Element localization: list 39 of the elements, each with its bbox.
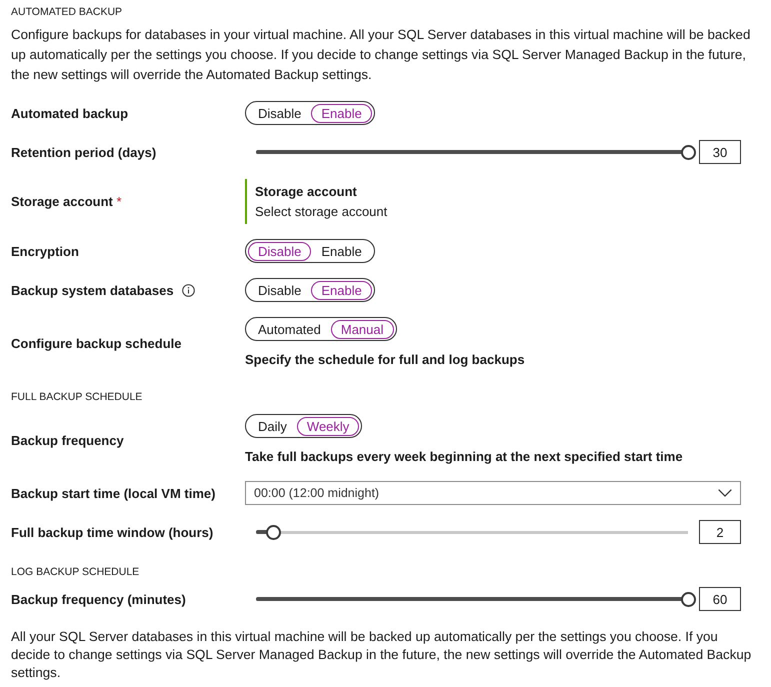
info-icon[interactable] bbox=[182, 284, 195, 296]
chevron-down-icon bbox=[718, 489, 732, 497]
toggle-option[interactable]: Enable bbox=[311, 104, 372, 122]
slider-thumb[interactable] bbox=[680, 592, 696, 606]
slider-thumb[interactable] bbox=[266, 524, 281, 540]
picker-placeholder: Select storage account bbox=[255, 203, 388, 221]
slider-thumb[interactable] bbox=[680, 144, 696, 160]
toggle-option[interactable]: Daily bbox=[248, 416, 297, 436]
toggle-option[interactable]: Disable bbox=[248, 280, 312, 300]
field-label: Retention period (days) bbox=[11, 144, 156, 160]
section-heading: LOG BACKUP SCHEDULE bbox=[11, 565, 140, 579]
field-label: Backup frequency bbox=[11, 432, 124, 448]
toggle-option[interactable]: Weekly bbox=[296, 416, 360, 436]
toggle-option[interactable]: Automated bbox=[248, 320, 331, 338]
number-field[interactable]: 60 bbox=[699, 587, 741, 611]
picker-title: Storage account bbox=[255, 183, 358, 201]
section-heading: FULL BACKUP SCHEDULE bbox=[11, 390, 144, 404]
field-label: Storage account * bbox=[11, 194, 122, 209]
hint-text: Specify the schedule for full and log backups bbox=[245, 351, 525, 369]
field-label: Full backup time window (hours) bbox=[11, 524, 214, 540]
field-label: Automated backup bbox=[11, 106, 128, 120]
storage-picker[interactable]: Storage account Select storage account bbox=[245, 179, 394, 224]
toggle-option[interactable]: Enable bbox=[311, 280, 372, 300]
section-heading: AUTOMATED BACKUP bbox=[11, 5, 124, 19]
hint-text: Take full backups every week beginning at the next specified start time bbox=[245, 448, 683, 466]
number-field[interactable]: 30 bbox=[699, 140, 741, 164]
field-label: Configure backup schedule bbox=[11, 336, 182, 350]
toggle-option[interactable]: Enable bbox=[311, 242, 372, 260]
field-label: Backup frequency (minutes) bbox=[11, 592, 186, 606]
number-field[interactable]: 2 bbox=[699, 520, 741, 544]
field-label: Backup system databases bbox=[11, 282, 174, 298]
time-dropdown[interactable]: 00:00 (12:00 midnight) bbox=[245, 481, 741, 505]
toggle-option[interactable]: Manual bbox=[330, 320, 394, 338]
field-label: Encryption bbox=[11, 244, 79, 258]
toggle-option[interactable]: Disable bbox=[248, 104, 312, 122]
field-label: Backup start time (local VM time) bbox=[11, 486, 216, 500]
description-text: Configure backups for databases in your virtual machine. All your SQL Server databases in this virtual machine will be backed up automatically per the settings you choose. If you decide to change settings via SQL Server Managed Backup in the future, the new settings will override the Automated Backup settings. bbox=[11, 26, 752, 84]
toggle-option[interactable]: Disable bbox=[248, 242, 312, 260]
note-text: All your SQL Server databases in this virtual machine will be backed up automatically per the settings you choose. If you decide to change settings via SQL Server Managed Backup in the future, the new settings will override the Automated Backup settings. bbox=[11, 628, 752, 682]
